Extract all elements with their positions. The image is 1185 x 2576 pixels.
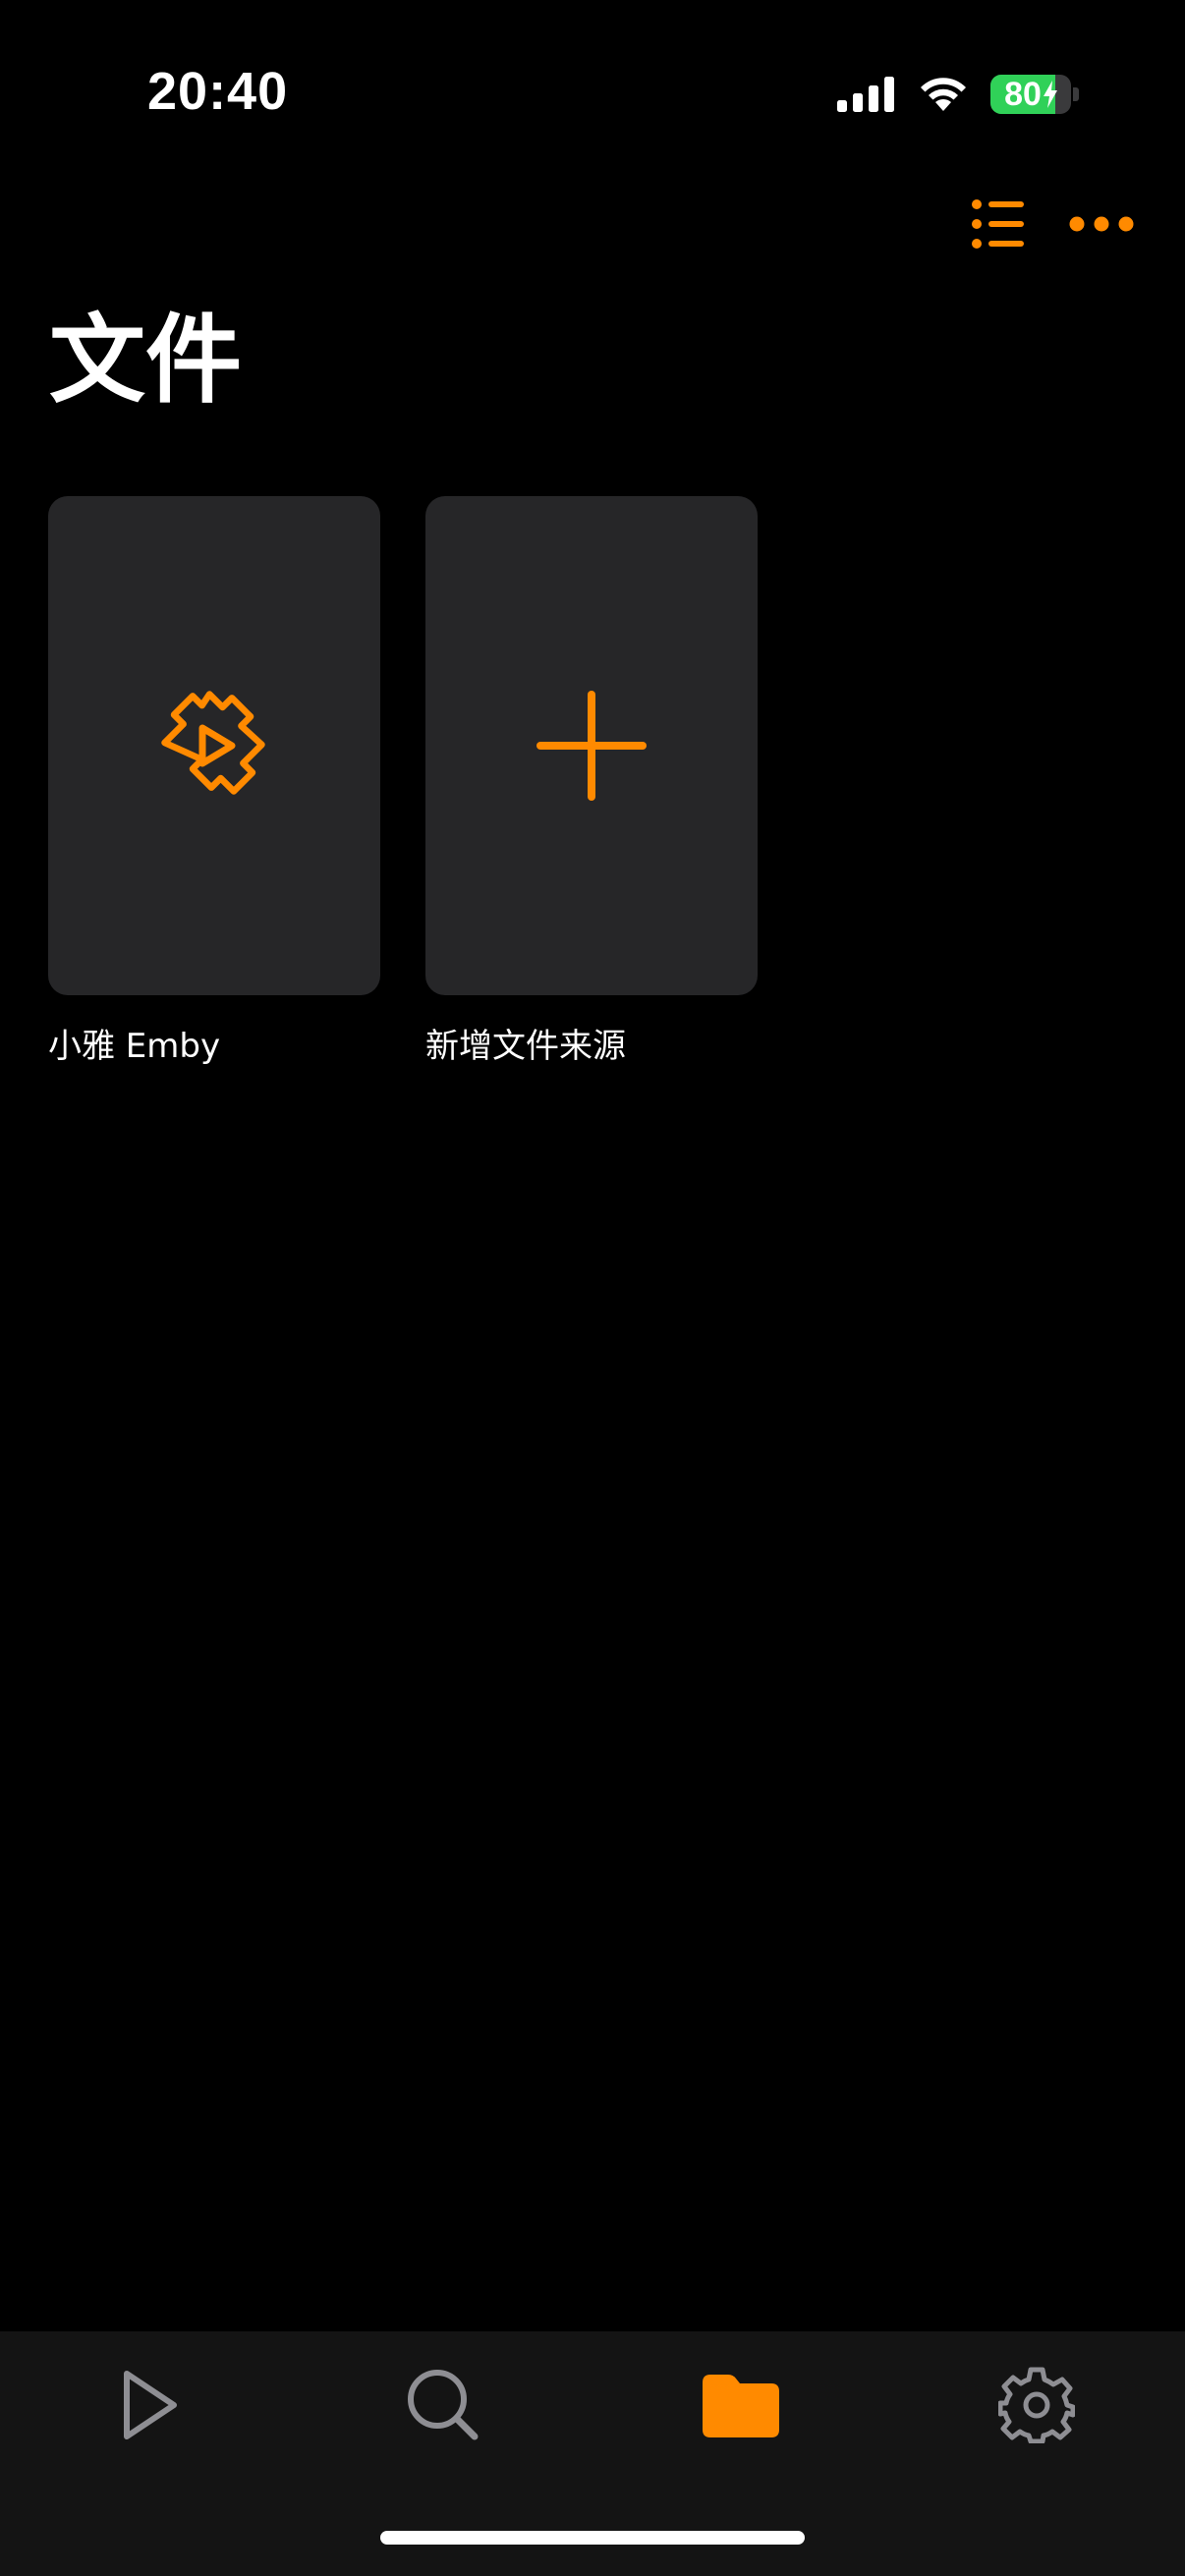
add-source-item[interactable]: 新增文件来源 xyxy=(425,496,758,1067)
more-icon xyxy=(1069,216,1134,232)
search-icon xyxy=(408,2370,479,2440)
source-item-emby[interactable]: 小雅 Emby xyxy=(48,496,380,1067)
source-card[interactable] xyxy=(48,496,380,995)
source-grid: 小雅 Emby 新增文件来源 xyxy=(48,496,758,1067)
battery-level-text: 80 xyxy=(1004,75,1042,113)
plus-icon xyxy=(536,691,647,801)
tab-search[interactable] xyxy=(345,2331,541,2479)
battery-tip xyxy=(1073,87,1079,101)
battery-indicator: 80 xyxy=(990,75,1071,114)
wifi-icon xyxy=(921,78,966,111)
source-label: 小雅 Emby xyxy=(48,1027,221,1066)
tab-settings[interactable] xyxy=(938,2331,1135,2479)
tab-files[interactable] xyxy=(643,2331,839,2479)
emby-icon xyxy=(161,691,265,795)
play-icon xyxy=(124,2371,177,2439)
more-button[interactable] xyxy=(1069,214,1134,234)
header-actions xyxy=(971,196,1134,252)
status-icons: 80 xyxy=(837,71,1079,118)
source-label: 新增文件来源 xyxy=(425,1027,626,1066)
page-title: 文件 xyxy=(49,305,243,417)
folder-icon xyxy=(703,2375,779,2437)
list-icon xyxy=(972,199,1024,249)
charging-bolt-icon xyxy=(1043,81,1057,108)
gear-icon xyxy=(998,2367,1075,2443)
add-source-button[interactable] xyxy=(425,496,758,995)
home-indicator[interactable] xyxy=(380,2531,805,2545)
tab-player[interactable] xyxy=(52,2331,249,2479)
cellular-signal-icon xyxy=(837,77,894,112)
status-time: 20:40 xyxy=(147,62,289,121)
list-view-button[interactable] xyxy=(971,196,1026,252)
